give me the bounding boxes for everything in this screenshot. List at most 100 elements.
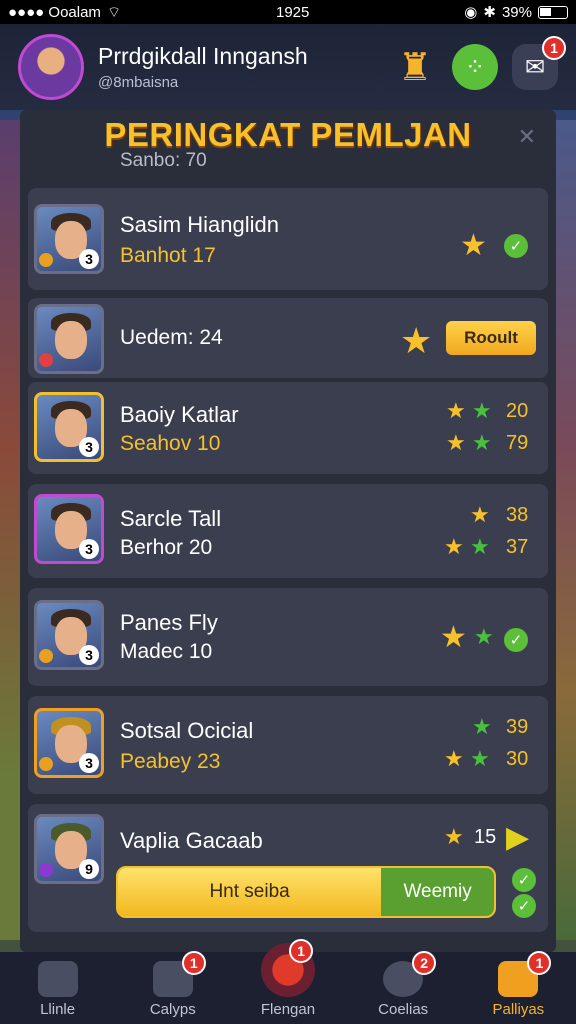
mail-badge: 1	[542, 36, 566, 60]
battery-icon	[538, 5, 568, 19]
star-icon: ★	[444, 534, 464, 559]
progress-right-label: Weemiy	[403, 881, 472, 902]
leaderboard-row[interactable]: 3 Sasim Hianglidn Banhot 17 ★ ✓	[28, 188, 548, 290]
menu-button[interactable]: ⁘	[452, 44, 498, 90]
peek-score: Sanbo: 70	[120, 150, 207, 171]
location-icon: ◉	[464, 4, 478, 21]
nav-badge: 1	[181, 951, 206, 975]
flag-icon[interactable]: ▶	[506, 820, 529, 855]
bluetooth-icon: ✱	[483, 4, 496, 21]
star-icon: ★	[460, 229, 487, 262]
home-icon	[37, 961, 78, 997]
nav-label: Coelias	[378, 1001, 429, 1018]
player-portrait: 3	[34, 600, 104, 670]
progress-left-label: Hnt seiba	[209, 881, 290, 902]
player-portrait: 9	[34, 814, 104, 884]
stat-value: 15	[474, 826, 497, 848]
avatar[interactable]	[18, 34, 84, 100]
player-name: Vaplia Gacaab	[120, 828, 263, 853]
nav-item-chest[interactable]: 1 Palliyas	[463, 951, 573, 1018]
gem-icon	[39, 353, 53, 367]
mail-button[interactable]: ✉ 1	[512, 36, 566, 90]
nav-label: Flengan	[260, 1001, 316, 1018]
nav-item-gift[interactable]: 1 Calyps	[118, 951, 228, 1018]
clock: 1925	[275, 3, 310, 21]
stat-value: 39	[506, 716, 529, 738]
rank-badge: 3	[79, 437, 99, 457]
gem-icon	[39, 253, 53, 267]
trophy-button[interactable]: ♜	[392, 44, 438, 90]
player-score: Uedem: 24	[120, 326, 223, 349]
nav-label: Calyps	[149, 1001, 196, 1018]
leaderboard-row[interactable]: 3 Sarcle Tall Berhor 20 ★ 38 ★ ★ 37	[28, 484, 548, 578]
nav-label: Llinle	[40, 1001, 76, 1018]
player-name: Sarcle Tall	[120, 506, 222, 531]
mail-icon: ✉	[524, 53, 546, 81]
rank-badge: 3	[79, 753, 99, 773]
status-bar: ●●●● Ooalam ⌔ 1925 ◉ ✱ 39%	[0, 0, 576, 24]
check-icon[interactable]: ✓	[512, 894, 536, 918]
player-score: Berhor 20	[120, 536, 213, 559]
player-portrait: 3	[34, 392, 104, 462]
green-star-icon: ★	[470, 746, 490, 771]
check-icon[interactable]: ✓	[504, 234, 528, 258]
nav-item-home[interactable]: Llinle	[3, 961, 113, 1018]
stat-value: 38	[506, 504, 529, 526]
player-score: Madec 10	[120, 640, 213, 663]
profile-handle: @8mbaisna	[98, 74, 179, 91]
leaderboard-row[interactable]: 9 Vaplia Gacaab ★ 15 ▶ Hnt seiba Weemiy …	[28, 804, 548, 932]
rank-badge: 9	[79, 859, 99, 879]
gem-icon	[39, 649, 53, 663]
gem-icon	[39, 757, 53, 771]
progress-bar[interactable]: Hnt seiba Weemiy	[116, 866, 496, 918]
carrier-label: ●●●● Ooalam	[8, 3, 101, 21]
player-portrait	[34, 304, 104, 374]
trophy-icon: ♜	[397, 46, 433, 89]
player-name: Baoiy Katlar	[120, 402, 239, 427]
close-icon[interactable]: ✕	[518, 124, 536, 150]
player-score: Banhot 17	[120, 244, 216, 267]
leaderboard-row[interactable]: 3 Baoiy Katlar Seahov 10 ★ ★ 20 ★ ★ 79	[28, 382, 548, 474]
leaderboard-panel: PERINGKAT PEMLJAN ✕ Sanbo: 70 3 Sasim Hi…	[20, 110, 556, 952]
stat-value: 30	[506, 748, 529, 770]
battery-label: 39%	[501, 3, 532, 21]
green-star-icon: ★	[472, 430, 492, 455]
nav-item-target[interactable]: 2 Coelias	[348, 951, 458, 1018]
leaderboard-row[interactable]: Uedem: 24 ★ Rooult	[28, 298, 548, 378]
green-star-icon: ★	[474, 624, 494, 649]
leaderboard-row[interactable]: 3 Sotsal Ocicial Peabey 23 ★ 39 ★ ★ 30	[28, 696, 548, 794]
star-icon: ★	[446, 398, 466, 423]
star-icon: ★	[446, 430, 466, 455]
dots-icon: ⁘	[464, 53, 486, 81]
player-score: Peabey 23	[120, 750, 221, 773]
star-icon: ★	[400, 320, 433, 361]
green-star-icon: ★	[472, 714, 492, 739]
star-icon: ★	[444, 746, 464, 771]
player-name: Sotsal Ocicial	[120, 718, 254, 743]
rank-badge: 3	[79, 249, 99, 269]
check-icon[interactable]: ✓	[504, 628, 528, 652]
green-star-icon: ★	[470, 534, 490, 559]
profile-name: Prrdgikdall Inngansh	[98, 43, 308, 69]
wifi-icon: ⌔	[106, 3, 122, 21]
result-button[interactable]: Rooult	[446, 321, 536, 355]
player-portrait: 3	[34, 708, 104, 778]
nav-badge: 1	[527, 951, 552, 975]
page-title: PERINGKAT PEMLJAN	[104, 116, 472, 153]
nav-label: Palliyas	[492, 1001, 545, 1018]
check-icon[interactable]: ✓	[512, 868, 536, 892]
nav-item-battle[interactable]: 1 Flengan	[233, 939, 343, 1018]
player-score: Seahov 10	[120, 432, 221, 455]
stat-value: 20	[506, 400, 529, 422]
star-icon: ★	[444, 824, 464, 849]
stat-value: 79	[506, 432, 529, 454]
player-portrait: 3	[34, 204, 104, 274]
rank-badge: 3	[79, 539, 99, 559]
player-name: Panes Fly	[120, 610, 218, 635]
green-star-icon: ★	[472, 398, 492, 423]
stat-value: 37	[506, 536, 529, 558]
leaderboard-row[interactable]: 3 Panes Fly Madec 10 ★ ★ ✓	[28, 588, 548, 686]
gem-icon	[39, 863, 53, 877]
star-icon: ★	[470, 502, 490, 527]
bottom-nav: Llinle 1 Calyps 1 Flengan 2 Coelias 1 Pa…	[0, 939, 576, 1024]
